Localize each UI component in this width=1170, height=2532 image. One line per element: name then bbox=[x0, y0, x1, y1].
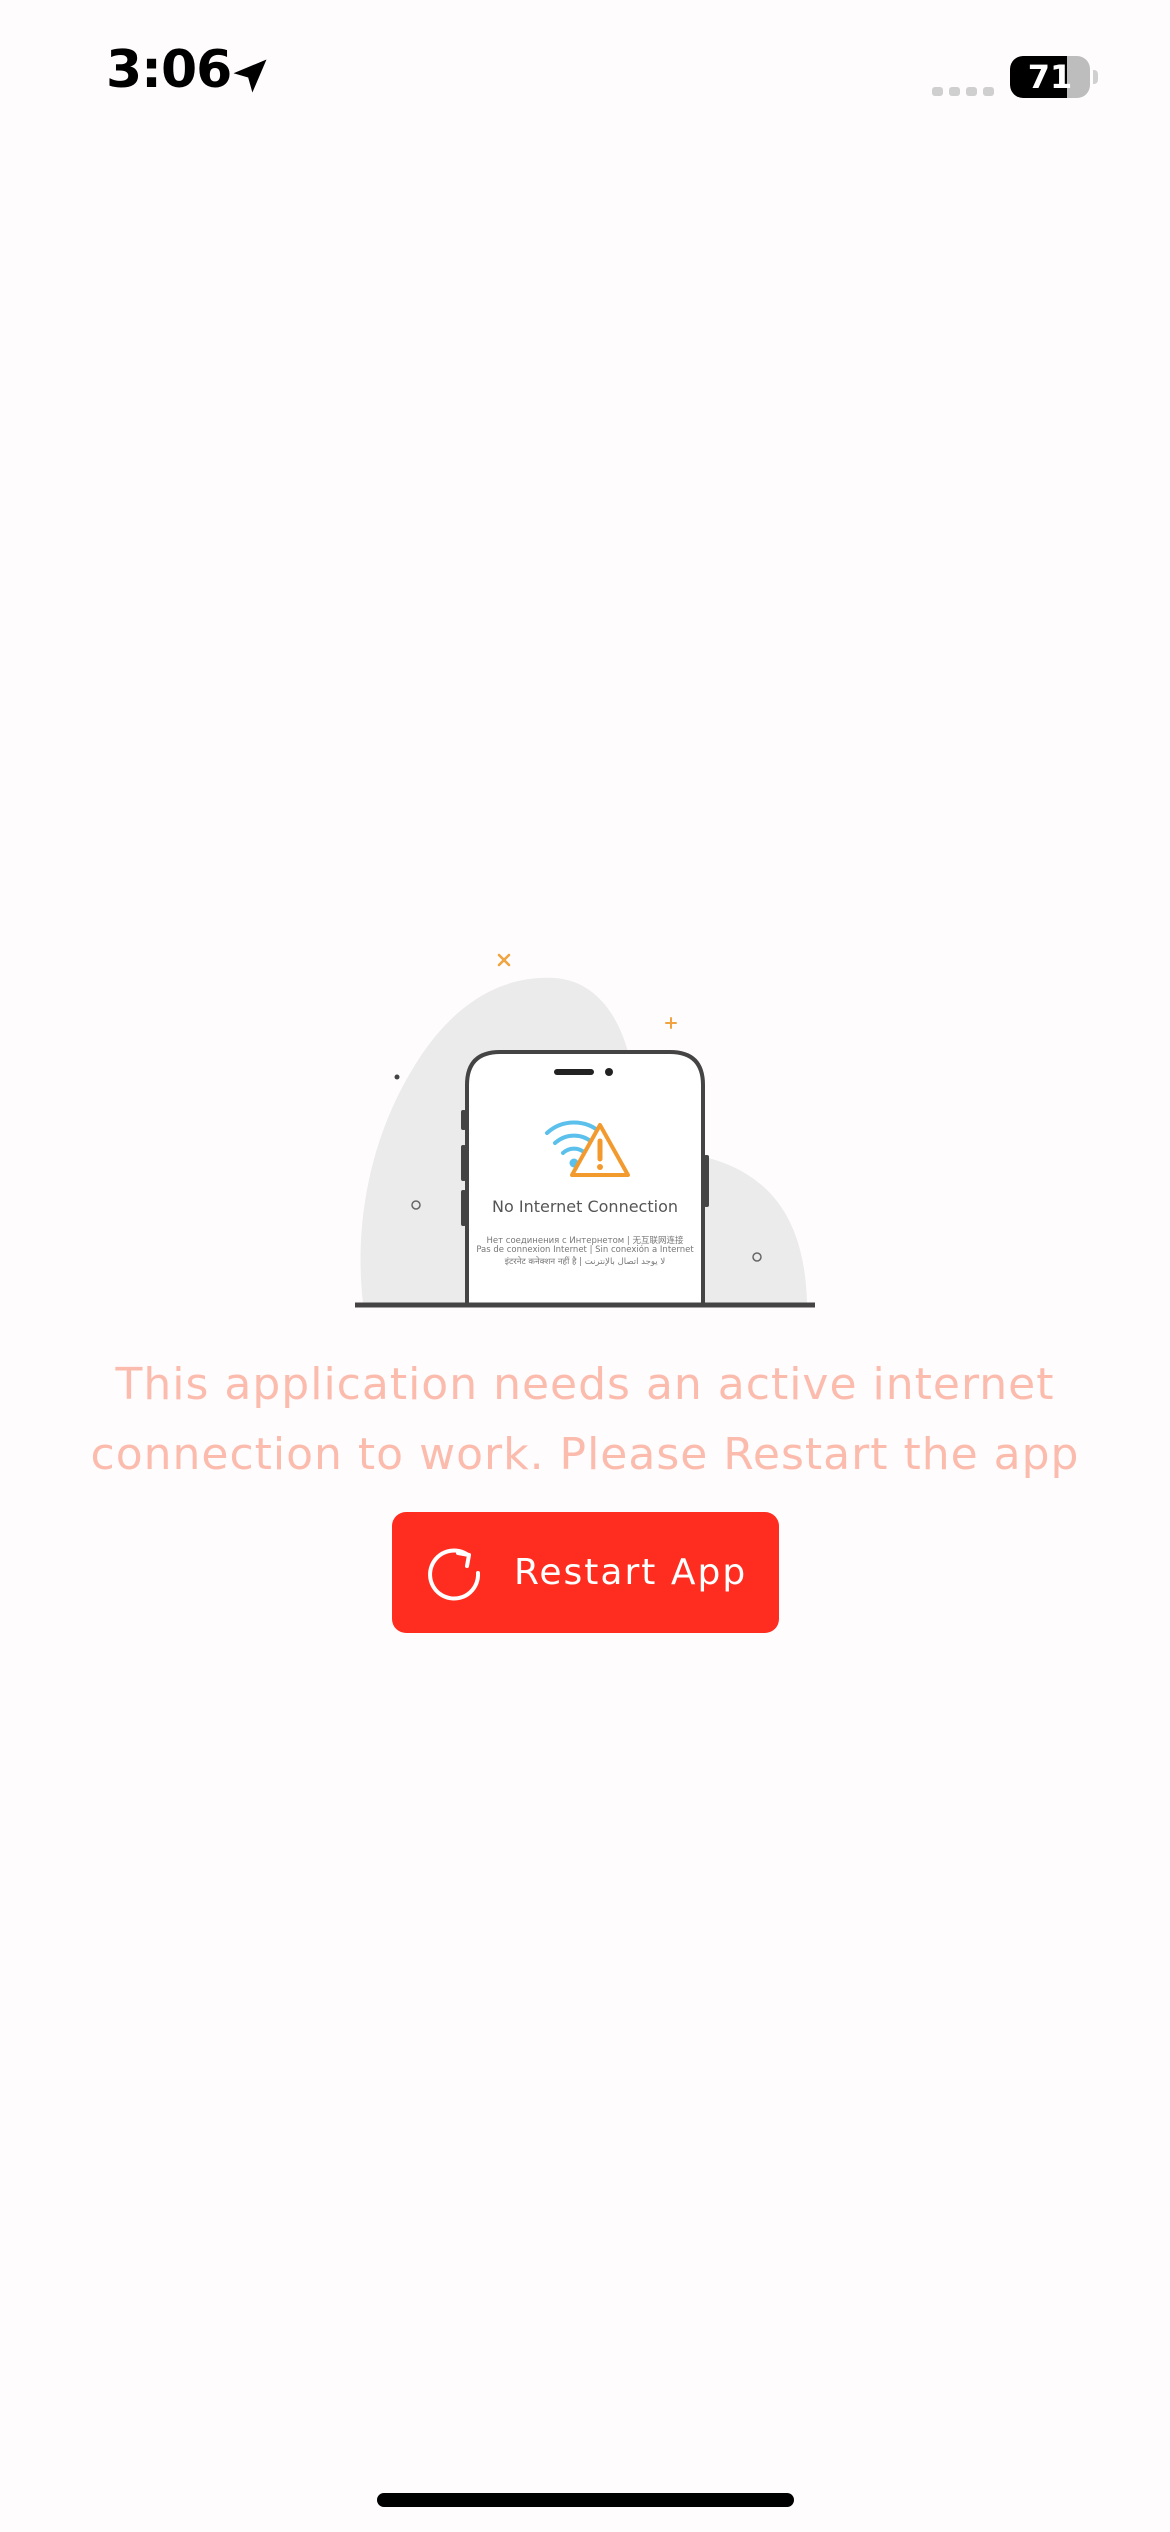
status-time: 3:06 bbox=[106, 40, 232, 100]
phone-screen-title: No Internet Connection bbox=[492, 1197, 678, 1216]
sparkle-star bbox=[665, 1017, 677, 1029]
restart-app-label: Restart App bbox=[514, 1552, 748, 1593]
connection-required-message: This application needs an active interne… bbox=[40, 1350, 1130, 1490]
dot-black bbox=[394, 1074, 400, 1080]
battery-tip bbox=[1093, 70, 1098, 84]
location-arrow-icon bbox=[233, 59, 267, 93]
status-bar: 3:06 71 bbox=[0, 0, 1170, 150]
phone-speaker bbox=[554, 1069, 594, 1075]
phone-camera bbox=[605, 1068, 613, 1076]
home-indicator[interactable] bbox=[377, 2493, 794, 2507]
no-internet-illustration: No Internet Connection Нет соединения с … bbox=[355, 935, 815, 1310]
battery-icon: 71 bbox=[1010, 56, 1090, 98]
message-line-2: connection to work. Please Restart the a… bbox=[90, 1429, 1080, 1480]
no-internet-screen: 3:06 71 No Internet Connection Нет соеди… bbox=[0, 0, 1170, 2532]
phone-screen-line: Pas de connexion Internet | Sin conexión… bbox=[476, 1245, 694, 1255]
refresh-icon bbox=[428, 1548, 481, 1601]
battery-level: 71 bbox=[1027, 58, 1073, 96]
sparkle-x bbox=[497, 953, 511, 967]
message-line-1: This application needs an active interne… bbox=[115, 1359, 1055, 1410]
restart-app-button[interactable]: Restart App bbox=[392, 1512, 779, 1633]
cellular-signal-icon bbox=[932, 87, 994, 96]
phone-screen-line: इंटरनेट कनेक्शन नहीं है | لا يوجد اتصال … bbox=[504, 1257, 666, 1267]
